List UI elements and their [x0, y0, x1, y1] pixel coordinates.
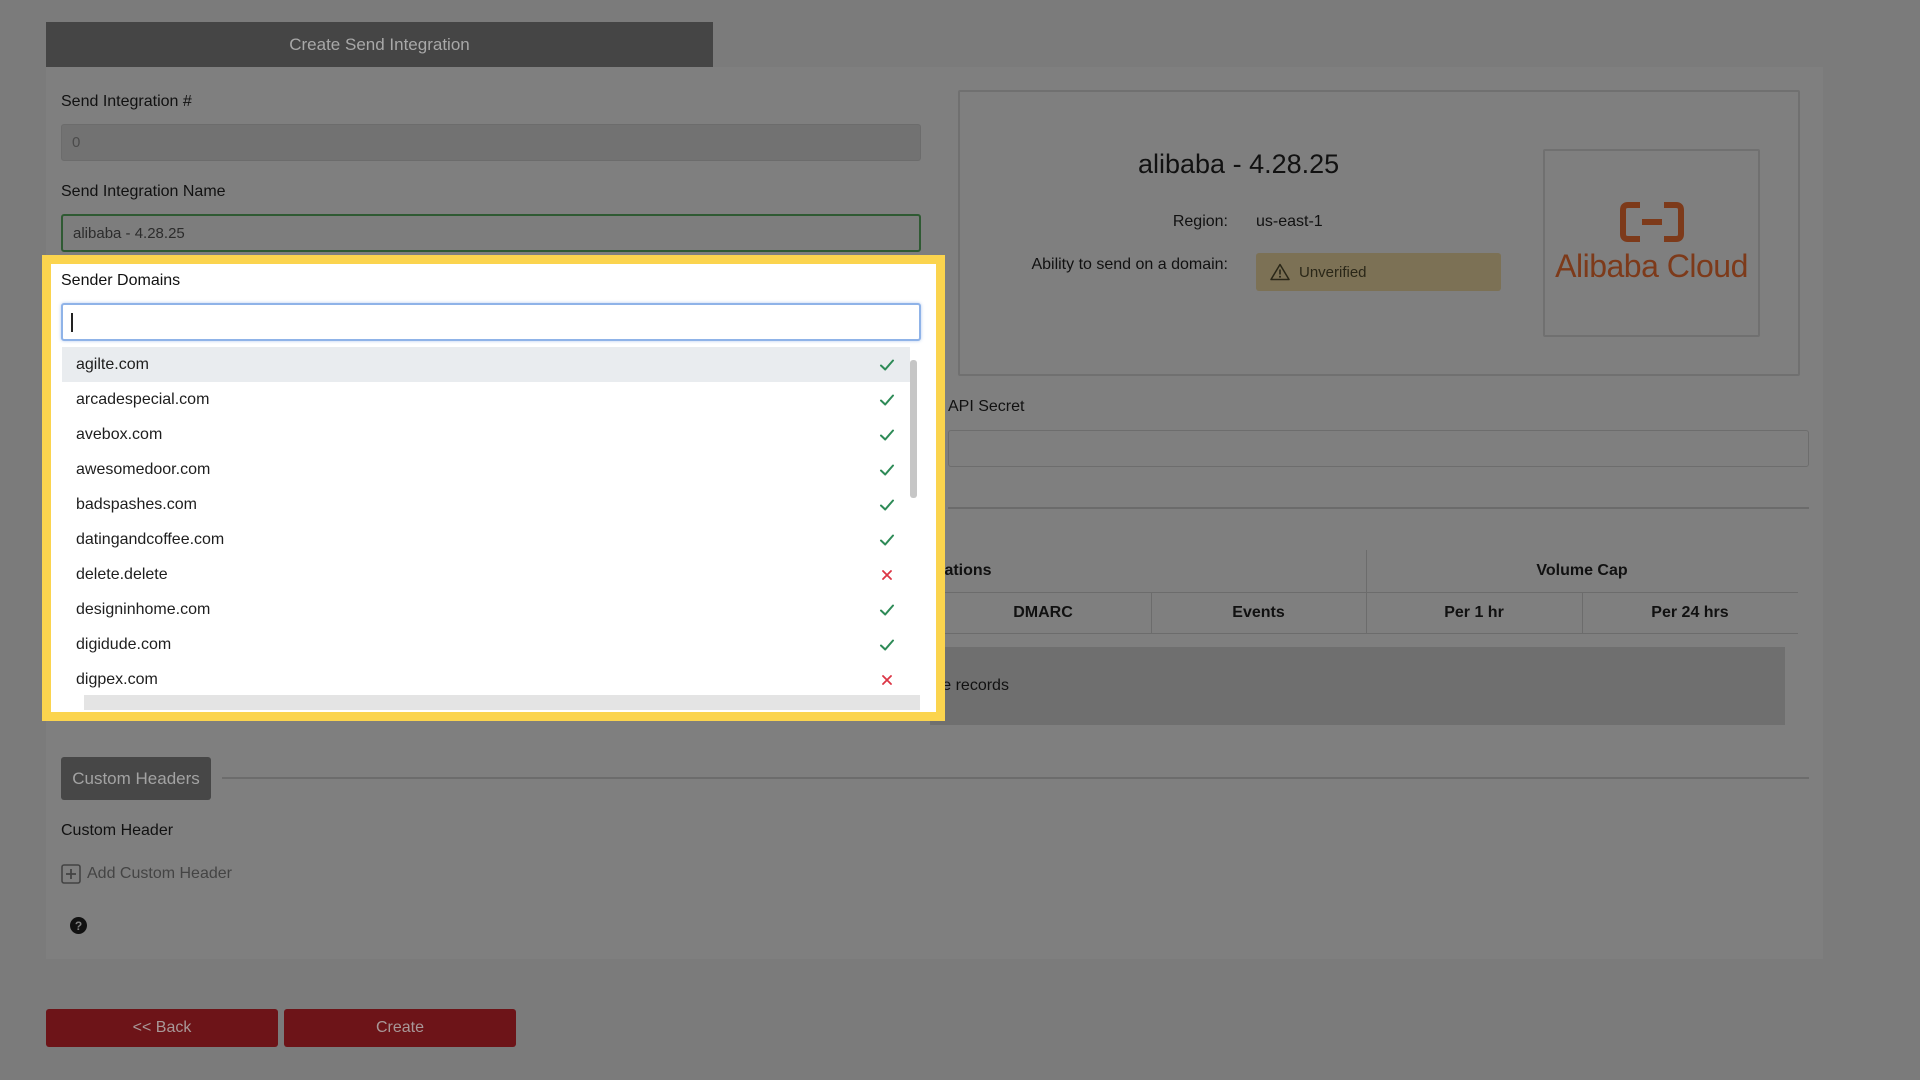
verified-check-icon [880, 639, 894, 651]
dropdown-option[interactable]: avebox.com [62, 417, 910, 452]
dropdown-option[interactable]: delete.delete [62, 557, 910, 592]
dropdown-scrollbar[interactable] [910, 360, 917, 498]
status-text: Unverified [1299, 263, 1367, 281]
dropdown-option[interactable]: agilte.com [62, 347, 910, 382]
dropdown-option-label: designinhome.com [76, 600, 211, 618]
verified-check-icon [880, 499, 894, 511]
dropdown-option-label: digidude.com [76, 635, 172, 653]
region-value: us-east-1 [1256, 213, 1323, 230]
column-header-per-1-hr: Per 1 hr [1444, 604, 1504, 621]
volume-cap-header: Volume Cap [1536, 562, 1628, 579]
add-custom-header-button[interactable]: Add Custom Header [61, 864, 232, 884]
verified-check-icon [880, 394, 894, 406]
ability-label: Ability to send on a domain: [1031, 256, 1228, 273]
dropdown-option[interactable]: digidude.com [62, 627, 910, 662]
create-button[interactable]: Create [284, 1009, 516, 1047]
sender-domains-dropdown[interactable]: agilte.com arcadespecial.com avebox.com awe… [62, 347, 920, 695]
column-header-events: Events [1232, 604, 1285, 621]
dropdown-option[interactable]: arcadespecial.com [62, 382, 910, 417]
divider [948, 507, 1809, 509]
divider [222, 777, 1809, 779]
back-button[interactable]: << Back [46, 1009, 278, 1047]
send-integration-name-label: Send Integration Name [61, 183, 226, 200]
dropdown-option-label: agilte.com [76, 355, 149, 373]
text-caret [71, 313, 73, 332]
dropdown-option[interactable]: designinhome.com [62, 592, 910, 627]
verified-check-icon [880, 534, 894, 546]
dropdown-option-label: datingandcoffee.com [76, 530, 225, 548]
dropdown-option[interactable]: digpex.com [62, 662, 910, 697]
region-label: Region: [1172, 213, 1228, 230]
help-icon[interactable]: ? [70, 917, 87, 934]
send-integration-id-label: Send Integration # [61, 93, 192, 110]
custom-headers-section-button[interactable]: Custom Headers [61, 757, 211, 800]
table-group-header: nt cations [916, 562, 992, 579]
unverified-x-icon [882, 675, 892, 685]
provider-logo: Alibaba Cloud [1543, 149, 1760, 337]
column-header-dmarc: DMARC [1013, 604, 1073, 621]
dropdown-option-label: badspashes.com [76, 495, 197, 513]
verified-check-icon [880, 359, 894, 371]
dropdown-option[interactable]: datingandcoffee.com [62, 522, 910, 557]
send-integration-id-field: 0 [61, 124, 921, 161]
dropdown-option[interactable]: awesomedoor.com [62, 452, 910, 487]
sender-domains-search-input[interactable] [61, 303, 921, 341]
provider-logo-text: Alibaba Cloud [1555, 247, 1748, 284]
verified-check-icon [880, 464, 894, 476]
dropdown-option-label: digpex.com [76, 670, 158, 688]
alibaba-cloud-logo-icon [1619, 201, 1684, 242]
sender-domains-label: Sender Domains [61, 272, 181, 289]
dropdown-option[interactable]: badspashes.com [62, 487, 910, 522]
plus-square-icon [61, 864, 81, 884]
custom-header-label: Custom Header [61, 822, 174, 839]
add-custom-header-label: Add Custom Header [87, 865, 232, 882]
dropdown-bottom-edge [62, 695, 84, 710]
dropdown-option-label: arcadespecial.com [76, 390, 210, 408]
tab-create-send-integration[interactable]: Create Send Integration [46, 22, 713, 67]
api-secret-label: API Secret [948, 398, 1025, 415]
dropdown-option-label: avebox.com [76, 425, 163, 443]
dropdown-bottom-edge [62, 695, 920, 710]
verified-check-icon [880, 604, 894, 616]
column-header-per-24-hrs: Per 24 hrs [1651, 604, 1729, 621]
provider-title: alibaba - 4.28.25 [1138, 149, 1340, 179]
send-integration-name-field[interactable]: alibaba - 4.28.25 [61, 214, 921, 252]
api-secret-field[interactable] [948, 430, 1809, 467]
dropdown-option-label: delete.delete [76, 565, 168, 583]
unverified-x-icon [882, 570, 892, 580]
table-divider [930, 592, 1798, 593]
status-badge: Unverified [1256, 253, 1501, 291]
warning-icon [1270, 263, 1290, 281]
no-records-row [930, 647, 1785, 725]
verified-check-icon [880, 429, 894, 441]
table-divider [930, 633, 1798, 634]
dropdown-option-label: awesomedoor.com [76, 460, 211, 478]
